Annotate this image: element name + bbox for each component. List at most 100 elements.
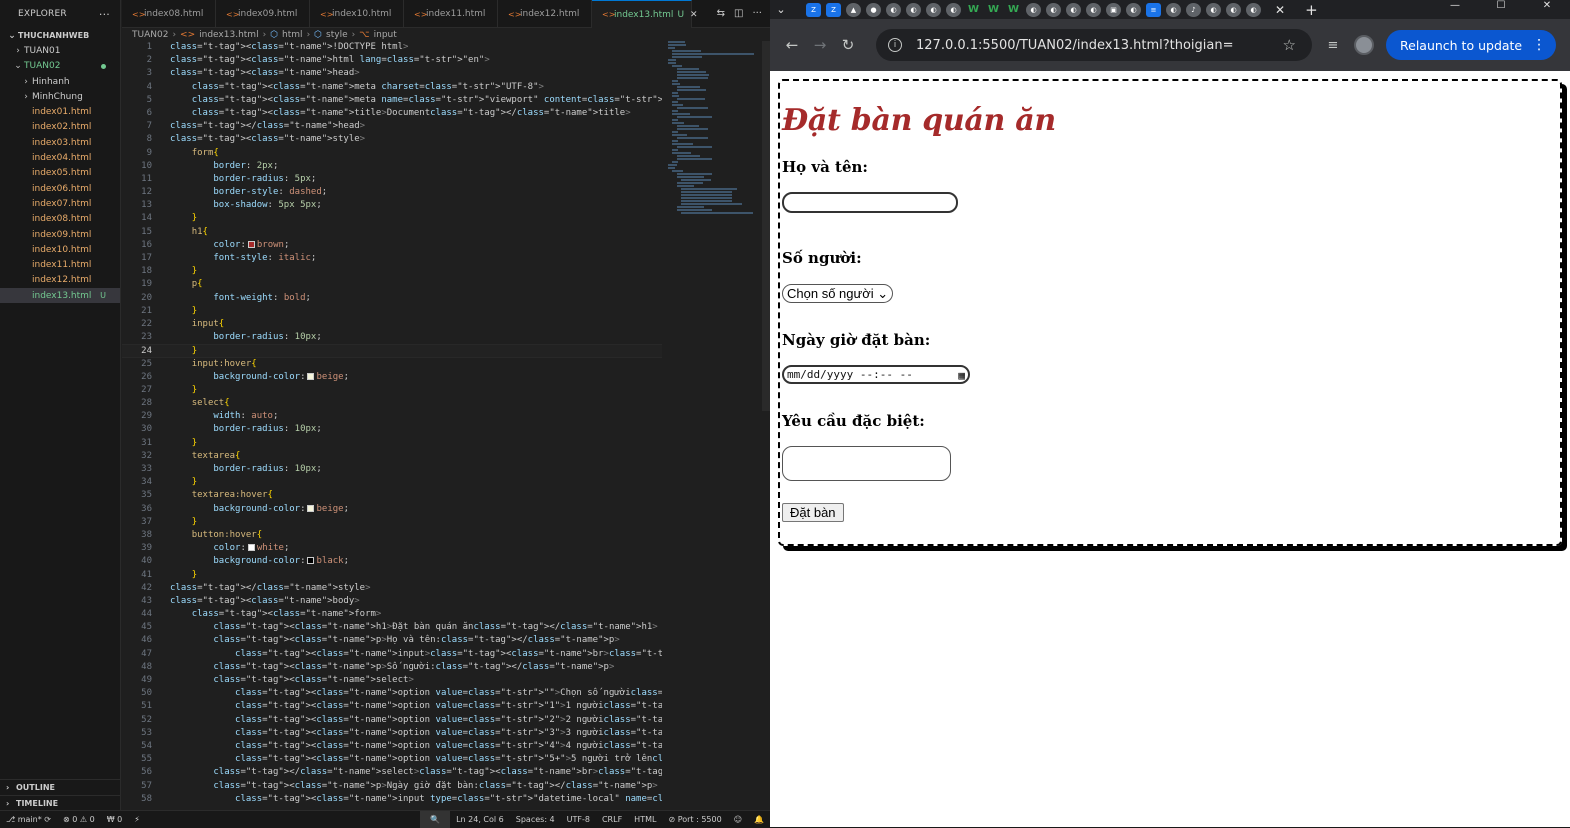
file-item[interactable]: index12.html — [0, 273, 120, 288]
breadcrumb-item[interactable]: style — [326, 30, 348, 40]
file-item[interactable]: index09.html — [0, 227, 120, 242]
code-line[interactable]: 21 } — [122, 305, 662, 318]
code-line[interactable]: 16 color: brown; — [122, 239, 662, 252]
feedback-icon[interactable]: ☺ — [728, 815, 748, 824]
more-actions-icon[interactable]: ··· — [99, 8, 110, 21]
code-line[interactable]: 2 class="t-tag"><class="t-name">html lang… — [122, 54, 662, 67]
code-line[interactable]: 14 } — [122, 212, 662, 225]
code-line[interactable]: 1 class="t-tag"><class="t-name">!DOCTYPE … — [122, 41, 662, 54]
code-line[interactable]: 42 class="t-tag"></class="t-name">style> — [122, 582, 662, 595]
tab-index10[interactable]: <> index10.html — [310, 0, 404, 28]
code-line[interactable]: 22 input{ — [122, 318, 662, 331]
globe-icon[interactable]: ◐ — [1046, 2, 1061, 17]
maximize-icon[interactable]: ☐ — [1478, 0, 1524, 19]
code-line[interactable]: 39 color: white; — [122, 542, 662, 555]
github-icon[interactable]: ● — [866, 2, 881, 17]
tab-index09[interactable]: <> index09.html — [216, 0, 310, 28]
forward-arrow-icon[interactable]: → — [806, 31, 834, 59]
minimize-icon[interactable]: — — [1432, 0, 1478, 19]
bell-icon[interactable]: 🔔 — [748, 815, 770, 824]
code-line[interactable]: 31 } — [122, 437, 662, 450]
file-item[interactable]: index04.html — [0, 150, 120, 165]
breadcrumb-item[interactable]: html — [282, 30, 303, 40]
file-item[interactable]: index01.html — [0, 104, 120, 119]
code-line[interactable]: 29 width: auto; — [122, 410, 662, 423]
file-item[interactable]: index08.html — [0, 212, 120, 227]
breadcrumb-item[interactable]: index13.html — [199, 30, 258, 40]
address-bar[interactable]: i 127.0.0.1:5500/TUAN02/index13.html?tho… — [876, 29, 1312, 61]
tab-index12[interactable]: <> index12.html — [498, 0, 592, 28]
file-item[interactable]: index02.html — [0, 120, 120, 135]
profile-avatar[interactable] — [1354, 35, 1374, 55]
globe-icon[interactable]: ◐ — [1246, 2, 1261, 17]
file-item-active[interactable]: index13.html U — [0, 288, 120, 304]
submit-button[interactable]: Đặt bàn — [782, 503, 844, 522]
code-line[interactable]: 55 class="t-tag"><class="t-name">option … — [122, 753, 662, 766]
code-line[interactable]: 45 class="t-tag"><class="t-name">h1>Đặt … — [122, 621, 662, 634]
indentation[interactable]: Spaces: 4 — [510, 815, 561, 824]
back-arrow-icon[interactable]: ← — [778, 31, 806, 59]
line-ending[interactable]: CRLF — [596, 815, 628, 824]
site-info-icon[interactable]: i — [888, 38, 902, 52]
code-editor[interactable]: 1 class="t-tag"><class="t-name">!DOCTYPE … — [122, 41, 662, 810]
reading-list-icon[interactable]: ≡ — [1320, 32, 1346, 58]
folder-hinhanh[interactable]: › Hinhanh — [0, 74, 120, 89]
code-line[interactable]: 41 } — [122, 569, 662, 582]
file-item[interactable]: index10.html — [0, 242, 120, 257]
cursor-position[interactable]: Ln 24, Col 6 — [450, 815, 510, 824]
code-line[interactable]: 52 class="t-tag"><class="t-name">option … — [122, 714, 662, 727]
code-line[interactable]: 10 border: 2px; — [122, 160, 662, 173]
code-line[interactable]: 43 class="t-tag"><class="t-name">body> — [122, 595, 662, 608]
timeline-section[interactable]: › TIMELINE — [0, 795, 121, 811]
globe-icon[interactable]: ◐ — [1206, 2, 1221, 17]
code-line[interactable]: 7 class="t-tag"></class="t-name">head> — [122, 120, 662, 133]
file-item[interactable]: index11.html — [0, 257, 120, 272]
code-line[interactable]: 35 textarea:hover{ — [122, 489, 662, 502]
code-line[interactable]: 13 box-shadow: 5px 5px; — [122, 199, 662, 212]
zalo-icon[interactable]: Z — [806, 2, 821, 17]
globe-icon[interactable]: ◐ — [946, 2, 961, 17]
code-line[interactable]: 19 p{ — [122, 278, 662, 291]
code-line[interactable]: 38 button:hover{ — [122, 529, 662, 542]
code-line[interactable]: 15 h1{ — [122, 226, 662, 239]
code-line[interactable]: 24 } — [122, 344, 662, 358]
code-line[interactable]: 37 } — [122, 516, 662, 529]
outline-section[interactable]: › OUTLINE — [0, 779, 121, 795]
zoom-icon[interactable]: 🔍 — [420, 810, 451, 828]
code-line[interactable]: 48 class="t-tag"><class="t-name">p>Số ng… — [122, 661, 662, 674]
close-window-icon[interactable]: ✕ — [1524, 0, 1570, 19]
code-line[interactable]: 46 class="t-tag"><class="t-name">p>Họ và… — [122, 634, 662, 647]
code-line[interactable]: 30 border-radius: 10px; — [122, 423, 662, 436]
breadcrumb-item[interactable]: input — [374, 30, 397, 40]
calendar-icon[interactable]: ▦ — [958, 368, 965, 383]
globe-icon[interactable]: ◐ — [1026, 2, 1041, 17]
code-line[interactable]: 36 background-color: beige; — [122, 503, 662, 516]
file-item[interactable]: index07.html — [0, 196, 120, 211]
code-line[interactable]: 51 class="t-tag"><class="t-name">option … — [122, 700, 662, 713]
code-line[interactable]: 6 class="t-tag"><class="t-name">title>Do… — [122, 107, 662, 120]
tab-index08[interactable]: <> index08.html — [122, 0, 216, 28]
encoding[interactable]: UTF-8 — [561, 815, 596, 824]
bookmark-star-icon[interactable]: ☆ — [1283, 36, 1296, 54]
code-line[interactable]: 18 } — [122, 265, 662, 278]
scrollbar[interactable] — [762, 41, 770, 411]
file-item[interactable]: index03.html — [0, 135, 120, 150]
tab-search-icon[interactable]: ⌄ — [770, 0, 792, 19]
reload-icon[interactable]: ↻ — [834, 31, 862, 59]
folder-tuan01[interactable]: › TUAN01 — [0, 43, 120, 58]
globe-icon[interactable]: ◐ — [926, 2, 941, 17]
globe-icon[interactable]: ◐ — [886, 2, 901, 17]
file-item[interactable]: index06.html — [0, 181, 120, 196]
ports-indicator[interactable]: ₩ 0 — [101, 815, 129, 824]
name-input[interactable] — [782, 192, 958, 213]
code-line[interactable]: 32 textarea{ — [122, 450, 662, 463]
code-line[interactable]: 26 background-color: beige; — [122, 371, 662, 384]
code-line[interactable]: 50 class="t-tag"><class="t-name">option … — [122, 687, 662, 700]
globe-icon[interactable]: ◐ — [1226, 2, 1241, 17]
code-line[interactable]: 28 select{ — [122, 397, 662, 410]
menu-kebab-icon[interactable]: ⋮ — [1532, 37, 1546, 53]
compare-icon[interactable]: ⇆ — [717, 8, 725, 19]
branch-indicator[interactable]: ⎇ main* ⟳ — [0, 815, 57, 824]
globe-icon[interactable]: ◐ — [1086, 2, 1101, 17]
workspace-root[interactable]: ⌄ THUCHANHWEB — [0, 28, 120, 43]
